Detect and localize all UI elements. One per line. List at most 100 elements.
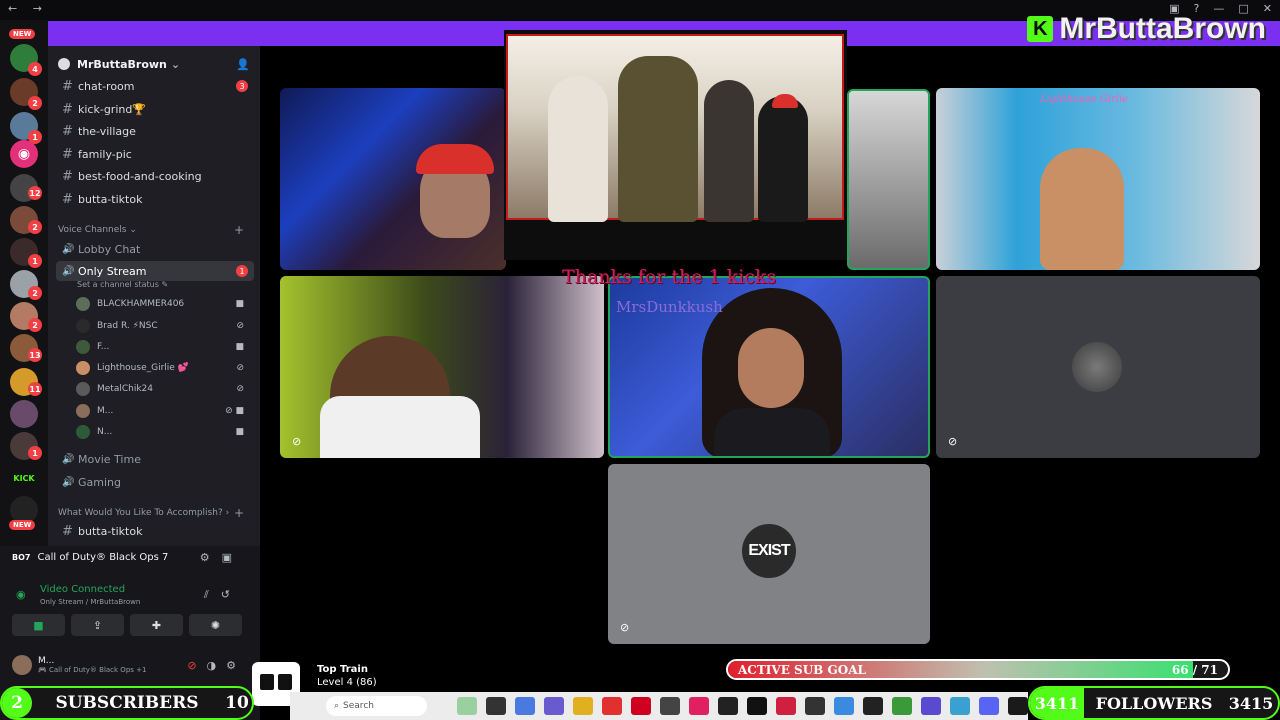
channel-butta-tiktok[interactable]: # butta-tiktok — [56, 189, 254, 209]
avatar — [76, 425, 90, 439]
figure — [758, 96, 808, 222]
app-icon[interactable] — [921, 697, 941, 715]
followers-bar: 3411 FOLLOWERS 3415 — [1028, 686, 1280, 720]
app-icon[interactable] — [457, 697, 477, 715]
voice-channel-movie-time[interactable]: 🔊 Movie Time — [56, 449, 254, 469]
folder-icon[interactable] — [573, 697, 593, 715]
app-window: ← → ▣ ? — □ ✕ K MrButtaBrown NEW 4 2 1 ◉… — [0, 0, 1280, 720]
mic-muted-icon: ⊘ — [948, 435, 958, 448]
app-icon[interactable] — [602, 697, 622, 715]
voice-member[interactable]: Lighthouse_Girlie 💕 ⊘ — [76, 358, 254, 378]
channel-family-pic[interactable]: # family-pic — [56, 144, 254, 164]
app-icon[interactable] — [834, 697, 854, 715]
app-icon[interactable] — [718, 697, 738, 715]
voice-controls[interactable]: ⫽↺ — [204, 588, 242, 602]
server-badge: 1 — [28, 446, 42, 460]
follower-count: 3411 — [1030, 688, 1084, 718]
voice-member[interactable]: BLACKHAMMER406 ■ — [76, 294, 254, 314]
nav-arrows-icon[interactable]: ← → — [8, 2, 48, 15]
discord-icon[interactable] — [979, 697, 999, 715]
channel-status[interactable]: Set a channel status ✎ — [77, 280, 168, 289]
voice-channel-only-stream[interactable]: 🔊 Only Stream 1 — [56, 261, 254, 281]
tiktok-icon[interactable] — [689, 697, 709, 715]
voice-member[interactable]: MetalChik24 ⊘ — [76, 379, 254, 399]
add-channel-icon[interactable]: + — [234, 223, 244, 237]
hash-icon: # — [62, 523, 73, 539]
accomplish-category[interactable]: What Would You Like To Accomplish? › + — [58, 506, 244, 520]
server-header[interactable]: MrButtaBrown ⌄ 👤 — [48, 50, 260, 78]
channel-label: kick-grind🏆 — [78, 102, 147, 116]
channel-kick-grind[interactable]: # kick-grind🏆 — [56, 99, 254, 119]
voice-member[interactable]: F... ■ — [76, 337, 254, 357]
screen-share-button[interactable]: ⇪ — [71, 614, 124, 636]
figure — [548, 76, 608, 222]
voice-member[interactable]: Brad R. ⚡NSC ⊘ — [76, 316, 254, 336]
video-tile[interactable]: Lighthouse Girlie — [936, 88, 1260, 270]
user-panel[interactable]: M... 🎮 Call of Duty® Black Ops +1 ⊘◑⚙ — [12, 652, 248, 678]
speaker-icon: 🔊 — [62, 265, 75, 277]
discord-server-icon[interactable]: ◉ — [10, 140, 38, 168]
video-tile-speaking[interactable]: MrsDunkkush — [608, 276, 930, 458]
server-icon[interactable] — [10, 400, 38, 428]
app-icon[interactable] — [1008, 697, 1028, 715]
app-icon[interactable] — [747, 697, 767, 715]
avatar — [76, 382, 90, 396]
hash-icon: # — [62, 168, 73, 184]
app-icon[interactable] — [515, 697, 535, 715]
video-tile[interactable]: ⊘ — [280, 276, 604, 458]
activity-icons[interactable]: ⚙▣ — [200, 551, 244, 564]
edge-icon[interactable] — [950, 697, 970, 715]
channel-label: Gaming — [78, 475, 121, 489]
app-icon[interactable] — [805, 697, 825, 715]
subscriber-label: SUBSCRIBERS — [55, 693, 199, 713]
app-icon[interactable] — [660, 697, 680, 715]
server-badge: 1 — [28, 254, 42, 268]
invite-icon[interactable]: 👤 — [236, 58, 250, 71]
activity-row[interactable]: BO7 Call of Duty® Black Ops 7 ⚙▣ — [12, 551, 248, 564]
app-icon[interactable] — [892, 697, 912, 715]
figure — [704, 80, 754, 222]
youtube-icon[interactable] — [631, 697, 651, 715]
video-tile[interactable]: ⊘ — [936, 276, 1260, 458]
video-tile[interactable]: EXIST ⊘ — [608, 464, 930, 644]
speaker-icon: 🔊 — [62, 476, 75, 488]
voice-category[interactable]: Voice Channels ⌄ + — [58, 223, 244, 237]
user-controls[interactable]: ⊘◑⚙ — [187, 659, 246, 672]
voice-member[interactable]: N... ■ — [76, 422, 254, 442]
game-tag: BO7 — [12, 553, 31, 562]
signal-icon[interactable]: ◉ — [16, 588, 26, 601]
video-tile[interactable] — [847, 89, 930, 270]
add-channel-icon[interactable]: + — [234, 506, 244, 520]
taskbar-search[interactable]: ⌕ Search — [326, 696, 427, 716]
mic-muted-icon: ⊘ — [236, 363, 244, 373]
soundboard-button[interactable]: ✺ — [189, 614, 242, 636]
server-badge: 2 — [28, 220, 42, 234]
app-icon[interactable] — [544, 697, 564, 715]
new-tag: NEW — [9, 29, 36, 39]
app-icon[interactable] — [486, 697, 506, 715]
channel-best-food-and-cooking[interactable]: # best-food-and-cooking — [56, 166, 254, 186]
channel-chat-room[interactable]: # chat-room 3 — [56, 76, 254, 96]
channel-label: Lobby Chat — [78, 242, 141, 256]
kick-server-icon[interactable]: KICK — [10, 464, 38, 492]
channel-butta-tiktok-2[interactable]: # butta-tiktok — [56, 521, 254, 541]
figure — [618, 56, 698, 222]
app-icon[interactable] — [776, 697, 796, 715]
member-name: N... — [97, 427, 113, 437]
channel-the-village[interactable]: # the-village — [56, 121, 254, 141]
voice-member[interactable]: M... ⊘ ■ — [76, 401, 254, 421]
hash-icon: # — [62, 191, 73, 207]
game-title: Call of Duty® Black Ops 7 — [37, 552, 169, 563]
avatar — [76, 340, 90, 354]
app-icon[interactable] — [863, 697, 883, 715]
activities-button[interactable]: ✚ — [130, 614, 183, 636]
camera-button[interactable]: ■ — [12, 614, 65, 636]
new-tag: NEW — [9, 520, 36, 530]
voice-channel-lobby[interactable]: 🔊 Lobby Chat — [56, 239, 254, 259]
channel-label: butta-tiktok — [78, 192, 143, 206]
mic-muted-icon[interactable]: ⊘ — [187, 659, 206, 672]
server-badge: 2 — [28, 286, 42, 300]
voice-channel-gaming[interactable]: 🔊 Gaming — [56, 472, 254, 492]
video-tile[interactable] — [280, 88, 506, 270]
mic-muted-icon: ⊘ — [236, 384, 244, 394]
